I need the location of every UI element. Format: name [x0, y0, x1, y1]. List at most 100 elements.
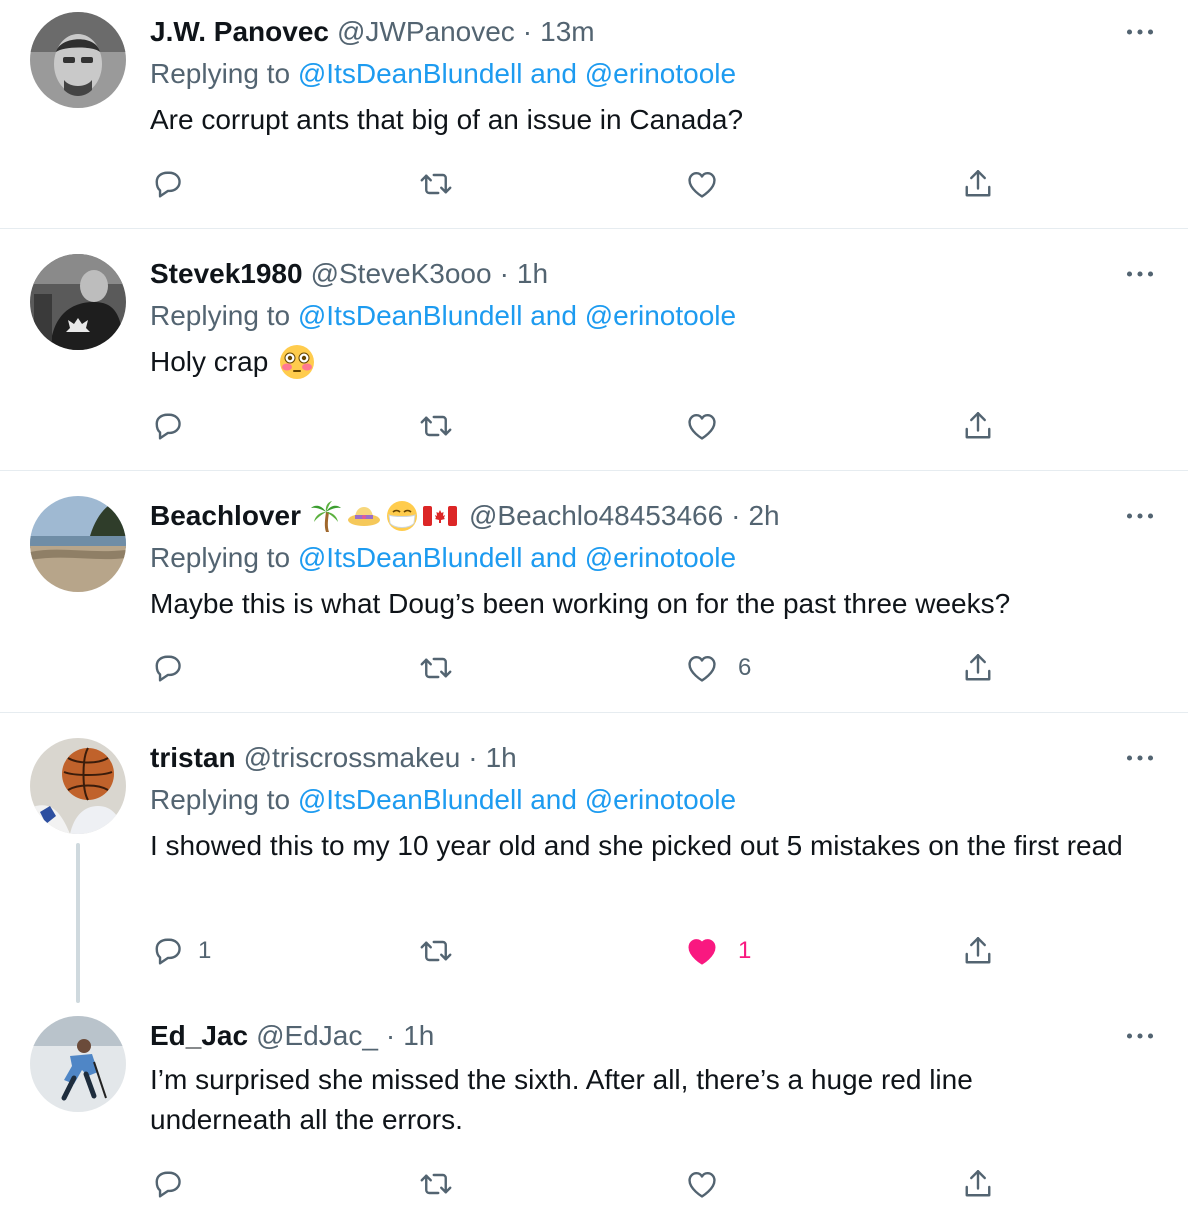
separator-dot: · — [522, 16, 533, 47]
reply-button[interactable] — [150, 406, 204, 446]
share-button[interactable] — [960, 931, 996, 971]
like-button[interactable]: 1 — [684, 931, 751, 971]
retweet-button[interactable] — [418, 648, 472, 688]
share-icon — [960, 933, 996, 969]
tweet-text: I’m surprised she missed the sixth. Afte… — [150, 1064, 973, 1135]
tweet-header: Ed_Jac @EdJac_ · 1h — [150, 1018, 434, 1054]
replying-to-label: Replying to — [150, 58, 291, 89]
timestamp[interactable]: 2h — [748, 500, 779, 532]
reply-button[interactable]: 1 — [150, 931, 211, 971]
tweet[interactable]: Stevek1980 @SteveK3ooo · 1h Replying to … — [0, 229, 1188, 470]
like-button[interactable]: 6 — [684, 648, 751, 688]
thread-connector-line — [76, 843, 80, 1003]
replying-to-line: Replying to @ItsDeanBlundell and @erinot… — [150, 58, 736, 90]
reply-button[interactable] — [150, 164, 204, 204]
retweet-icon — [418, 166, 454, 202]
retweet-icon — [418, 408, 454, 444]
reply-icon — [150, 166, 186, 202]
timestamp[interactable]: 1h — [403, 1020, 434, 1052]
share-icon — [960, 166, 996, 202]
tweet[interactable]: Ed_Jac @EdJac_ · 1h I’m surprised she mi… — [0, 1003, 1188, 1210]
replying-to-mentions[interactable]: @ItsDeanBlundell and @erinotoole — [298, 300, 736, 331]
tweet-text: I showed this to my 10 year old and she … — [150, 830, 1123, 861]
display-name[interactable]: Ed_Jac — [150, 1020, 248, 1052]
share-button[interactable] — [960, 1164, 996, 1204]
display-name[interactable]: J.W. Panovec — [150, 16, 329, 48]
share-icon — [960, 650, 996, 686]
like-button[interactable] — [684, 164, 738, 204]
user-photo — [30, 254, 126, 350]
more-options-icon[interactable] — [1122, 498, 1158, 534]
share-button[interactable] — [960, 406, 996, 446]
reply-button[interactable] — [150, 648, 204, 688]
tweet[interactable]: tristan @triscrossmakeu · 1h Replying to… — [0, 713, 1188, 1003]
replying-to-line: Replying to @ItsDeanBlundell and @erinot… — [150, 784, 736, 816]
tweet-header: Stevek1980 @SteveK3ooo · 1h — [150, 256, 548, 292]
reply-icon — [150, 933, 186, 969]
tweet[interactable]: Beachlover @Beachlo48453466 · 2h Replyin… — [0, 471, 1188, 712]
avatar[interactable] — [30, 496, 126, 592]
tweet-header: Beachlover @Beachlo48453466 · 2h — [150, 498, 780, 534]
action-bar — [150, 1164, 1030, 1204]
like-button[interactable] — [684, 406, 738, 446]
like-count: 1 — [738, 937, 752, 964]
reply-icon — [150, 1166, 186, 1202]
user-handle[interactable]: @SteveK3ooo — [311, 258, 492, 290]
action-bar — [150, 164, 1030, 204]
tweet-text: Holy crap — [150, 346, 269, 377]
retweet-button[interactable] — [418, 1164, 472, 1204]
replying-to-mentions[interactable]: @ItsDeanBlundell and @erinotoole — [298, 542, 736, 573]
user-photo — [30, 496, 126, 592]
user-photo — [30, 12, 126, 108]
mask-face-emoji — [386, 501, 417, 531]
replying-to-label: Replying to — [150, 542, 291, 573]
reply-icon — [150, 408, 186, 444]
user-photo — [30, 738, 126, 834]
timestamp[interactable]: 1h — [517, 258, 548, 290]
canada-flag-emoji — [422, 506, 457, 526]
reply-button[interactable] — [150, 1164, 204, 1204]
display-name[interactable]: Beachlover — [150, 500, 301, 532]
heart-icon — [684, 650, 720, 686]
action-bar — [150, 406, 1030, 446]
replying-to-line: Replying to @ItsDeanBlundell and @erinot… — [150, 542, 736, 574]
palm-tree-emoji — [310, 501, 341, 532]
share-icon — [960, 1166, 996, 1202]
more-options-icon[interactable] — [1122, 256, 1158, 292]
replying-to-mentions[interactable]: @ItsDeanBlundell and @erinotoole — [298, 784, 736, 815]
replying-to-mentions[interactable]: @ItsDeanBlundell and @erinotoole — [298, 58, 736, 89]
more-options-icon[interactable] — [1122, 1018, 1158, 1054]
display-name[interactable]: Stevek1980 — [150, 258, 303, 290]
tweet-text: Maybe this is what Doug’s been working o… — [150, 588, 1011, 619]
user-handle[interactable]: @EdJac_ — [256, 1020, 378, 1052]
timestamp[interactable]: 1h — [486, 742, 517, 774]
more-options-icon[interactable] — [1122, 740, 1158, 776]
share-button[interactable] — [960, 648, 996, 688]
retweet-button[interactable] — [418, 931, 472, 971]
user-handle[interactable]: @triscrossmakeu — [244, 742, 461, 774]
heart-icon — [684, 166, 720, 202]
avatar[interactable] — [30, 12, 126, 108]
flushed-face-emoji — [280, 345, 315, 379]
user-handle[interactable]: @JWPanovec — [337, 16, 515, 48]
retweet-button[interactable] — [418, 164, 472, 204]
avatar[interactable] — [30, 1016, 126, 1112]
name-emojis — [309, 499, 461, 533]
display-name[interactable]: tristan — [150, 742, 236, 774]
user-handle[interactable]: @Beachlo48453466 — [469, 500, 723, 532]
reply-icon — [150, 650, 186, 686]
more-options-icon[interactable] — [1122, 14, 1158, 50]
share-icon — [960, 408, 996, 444]
separator-dot: · — [385, 1020, 396, 1051]
retweet-button[interactable] — [418, 406, 472, 446]
action-bar: 1 1 — [150, 931, 1030, 971]
tweet[interactable]: J.W. Panovec @JWPanovec · 13m Replying t… — [0, 0, 1188, 228]
tweet-header: tristan @triscrossmakeu · 1h — [150, 740, 517, 776]
replying-to-label: Replying to — [150, 300, 291, 331]
avatar[interactable] — [30, 738, 126, 834]
replying-to-label: Replying to — [150, 784, 291, 815]
avatar[interactable] — [30, 254, 126, 350]
timestamp[interactable]: 13m — [540, 16, 594, 48]
like-button[interactable] — [684, 1164, 738, 1204]
share-button[interactable] — [960, 164, 996, 204]
